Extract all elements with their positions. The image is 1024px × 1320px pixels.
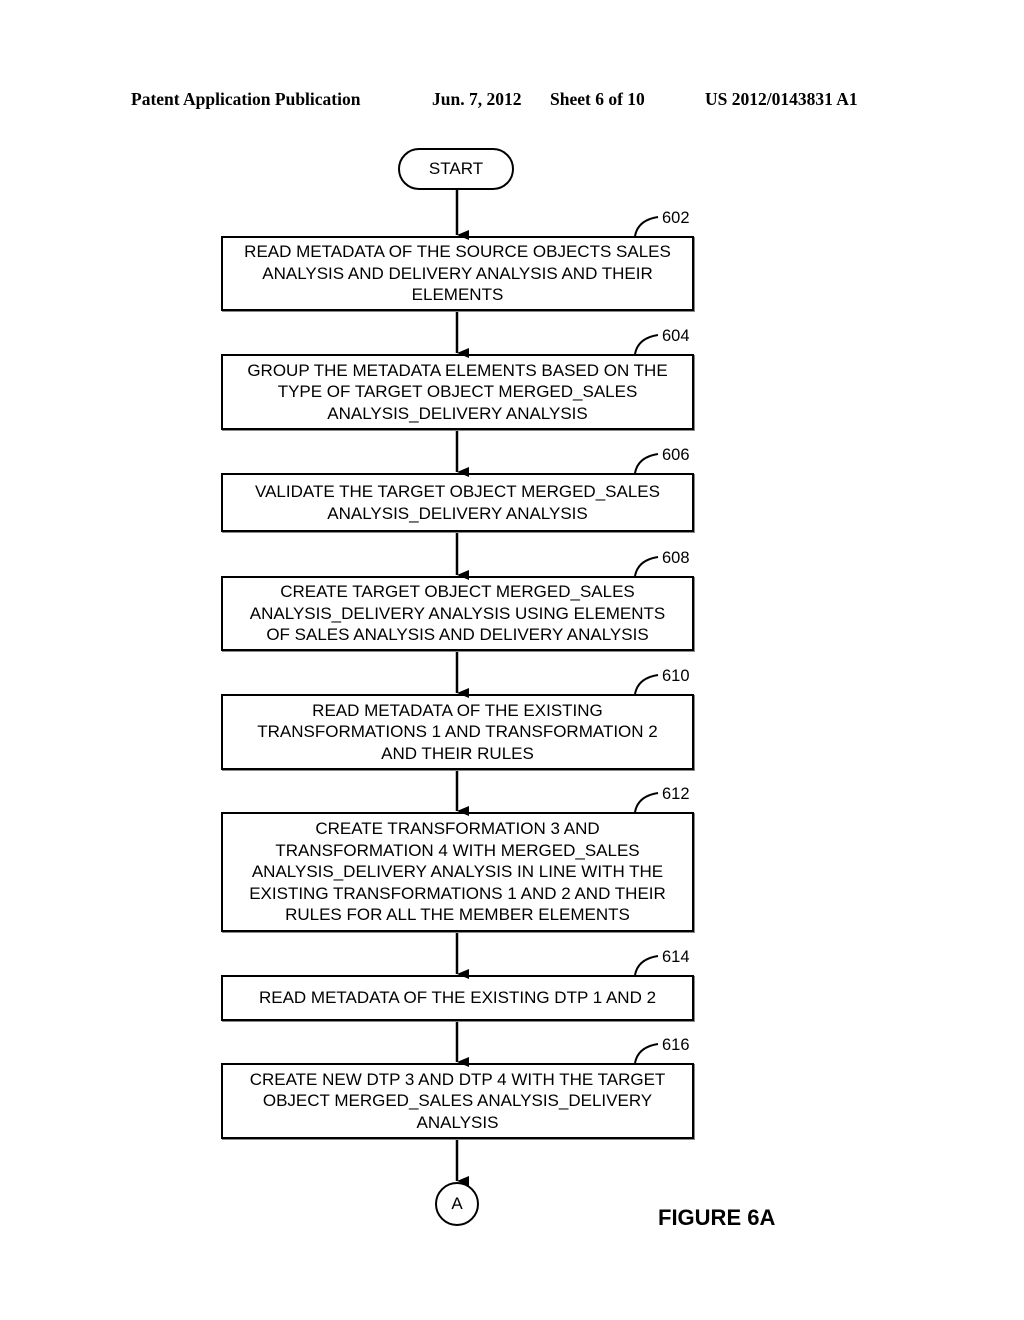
step-602-ref: 602	[662, 209, 690, 227]
step-610-box: READ METADATA OF THE EXISTING TRANSFORMA…	[221, 694, 694, 770]
step-text-line: GROUP THE METADATA ELEMENTS BASED ON THE	[247, 360, 668, 380]
step-text-line: VALIDATE THE TARGET OBJECT MERGED_SALES	[255, 481, 660, 501]
step-614-box: READ METADATA OF THE EXISTING DTP 1 AND …	[221, 975, 694, 1021]
step-text-line: READ METADATA OF THE SOURCE OBJECTS SALE…	[244, 242, 671, 262]
step-text-line: RULES FOR ALL THE MEMBER ELEMENTS	[285, 905, 630, 925]
step-text-line: TYPE OF TARGET OBJECT MERGED_SALES	[277, 382, 638, 402]
step-608-box: CREATE TARGET OBJECT MERGED_SALES ANALYS…	[221, 576, 694, 651]
reference-leader-line	[634, 453, 659, 474]
step-text-line: ANALYSIS_DELIVERY ANALYSIS	[327, 403, 588, 423]
step-614-ref: 614	[662, 948, 690, 966]
step-text-line: ANALYSIS_DELIVERY ANALYSIS IN LINE WITH …	[251, 862, 664, 882]
step-text-line: TRANSFORMATION 4 WITH MERGED_SALES	[275, 840, 640, 860]
step-610-ref: 610	[662, 667, 690, 685]
step-text-line: ANALYSIS_DELIVERY ANALYSIS	[327, 503, 588, 523]
step-604-box: GROUP THE METADATA ELEMENTS BASED ON THE…	[221, 354, 694, 430]
reference-leader-line	[634, 955, 659, 976]
step-text-line: READ METADATA OF THE EXISTING DTP 1 AND …	[258, 988, 657, 1008]
step-text-line: CREATE TARGET OBJECT MERGED_SALES	[280, 582, 635, 602]
reference-leader-line	[634, 216, 659, 237]
connector-label: A	[451, 1194, 463, 1213]
reference-leader-line	[634, 674, 659, 695]
reference-leader-line	[634, 792, 659, 813]
step-612-box: CREATE TRANSFORMATION 3 AND TRANSFORMATI…	[221, 812, 694, 932]
step-text-line: CREATE TRANSFORMATION 3 AND	[315, 819, 600, 839]
step-text-line: ELEMENTS	[411, 285, 504, 305]
step-616-box: CREATE NEW DTP 3 AND DTP 4 WITH THE TARG…	[221, 1063, 694, 1139]
offpage-connector-a: A	[435, 1182, 479, 1226]
step-text-line: EXISTING TRANSFORMATIONS 1 AND 2 AND THE…	[249, 883, 666, 903]
reference-leader-line	[634, 556, 659, 577]
step-text-line: ANALYSIS_DELIVERY ANALYSIS USING ELEMENT…	[249, 603, 666, 623]
step-text-line: CREATE NEW DTP 3 AND DTP 4 WITH THE TARG…	[249, 1069, 666, 1089]
step-616-ref: 616	[662, 1036, 690, 1054]
step-text-line: AND THEIR RULES	[381, 743, 534, 763]
reference-leader-line	[634, 1043, 659, 1064]
step-text-line: OF SALES ANALYSIS AND DELIVERY ANALYSIS	[266, 625, 649, 645]
step-text-line: OBJECT MERGED_SALES ANALYSIS_DELIVERY	[262, 1091, 653, 1111]
step-text-line: READ METADATA OF THE EXISTING	[312, 700, 603, 720]
step-text-line: TRANSFORMATIONS 1 AND TRANSFORMATION 2	[257, 722, 658, 742]
step-602-box: READ METADATA OF THE SOURCE OBJECTS SALE…	[221, 236, 694, 311]
start-terminal: START	[398, 148, 514, 190]
step-612-ref: 612	[662, 785, 690, 803]
start-label: START	[428, 159, 484, 178]
step-606-box: VALIDATE THE TARGET OBJECT MERGED_SALES …	[221, 473, 694, 532]
reference-leader-line	[634, 334, 659, 355]
step-606-ref: 606	[662, 446, 690, 464]
step-text-line: ANALYSIS	[416, 1112, 499, 1132]
step-604-ref: 604	[662, 327, 690, 345]
step-608-ref: 608	[662, 549, 690, 567]
step-text-line: ANALYSIS AND DELIVERY ANALYSIS AND THEIR	[262, 263, 653, 283]
figure-label: FIGURE 6A	[658, 1205, 776, 1230]
